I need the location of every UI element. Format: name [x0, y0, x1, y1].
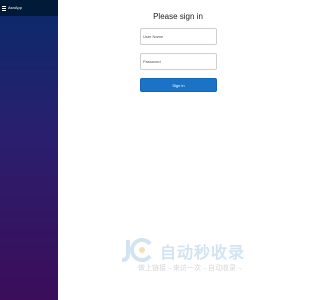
- username-input[interactable]: [140, 28, 217, 45]
- main-content: Please sign in Sign in: [58, 0, 300, 300]
- password-input[interactable]: [140, 53, 217, 70]
- sidebar: AsnApp: [0, 0, 58, 300]
- signin-button[interactable]: Sign in: [140, 78, 217, 92]
- hamburger-menu-icon[interactable]: [2, 5, 6, 11]
- top-bar: AsnApp: [0, 0, 58, 16]
- app-title: AsnApp: [8, 5, 23, 10]
- signin-heading: Please sign in: [153, 12, 203, 21]
